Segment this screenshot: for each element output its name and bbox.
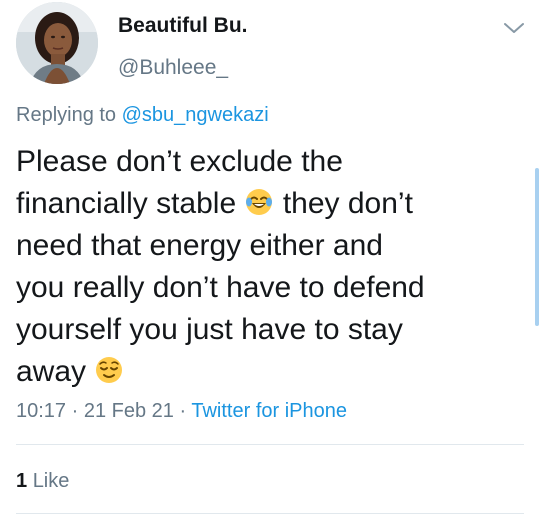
tweet-line: need that energy either and	[16, 229, 383, 262]
meta-separator: ·	[71, 400, 79, 422]
relieved-face-emoji	[96, 357, 123, 383]
tweet-date[interactable]: 21 Feb 21	[84, 400, 174, 422]
tweet-line: you really don’t have to defend	[16, 271, 425, 304]
divider	[16, 513, 524, 514]
tweet-time[interactable]: 10:17	[16, 400, 66, 422]
avatar[interactable]	[16, 2, 98, 84]
tweet-source-link[interactable]: Twitter for iPhone	[191, 400, 347, 422]
tweet-text: Please don’t exclude the financially sta…	[16, 141, 496, 393]
meta-separator: ·	[179, 400, 187, 422]
divider	[16, 444, 524, 445]
replying-to: Replying to @sbu_ngwekazi	[16, 104, 269, 127]
reply-mention-link[interactable]: @sbu_ngwekazi	[122, 104, 269, 126]
tweet-line: financially stable they don’t	[16, 187, 413, 220]
scrollbar[interactable]	[535, 168, 539, 326]
like-stats[interactable]: 1 Like	[16, 470, 69, 493]
avatar-image	[16, 2, 98, 84]
like-count: 1	[16, 470, 28, 492]
user-handle[interactable]: @Buhleee_	[118, 56, 228, 80]
tweet-line: yourself you just have to stay	[16, 313, 403, 346]
chevron-down-icon[interactable]	[501, 18, 527, 38]
display-name[interactable]: Beautiful Bu.	[118, 14, 248, 38]
replying-prefix: Replying to	[16, 104, 117, 126]
tweet-line: Please don’t exclude the	[16, 145, 343, 178]
like-label: Like	[32, 470, 70, 492]
face-with-tears-of-joy-emoji	[246, 189, 273, 215]
tweet-line: away	[16, 351, 496, 393]
tweet-meta: 10:17 · 21 Feb 21 · Twitter for iPhone	[16, 400, 347, 423]
